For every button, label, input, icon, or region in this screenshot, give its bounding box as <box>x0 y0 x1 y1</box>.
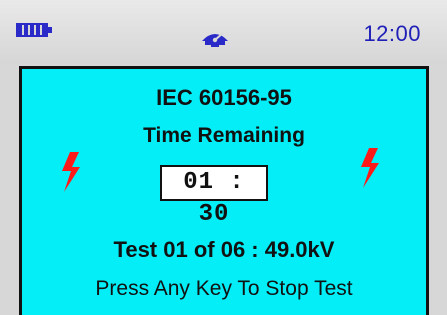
time-remaining-label: Time Remaining <box>143 124 305 147</box>
stop-instruction: Press Any Key To Stop Test <box>95 277 353 300</box>
test-progress-text: Test 01 of 06 : 49.0kV <box>113 237 335 262</box>
device-screen: 12:00 IEC 60156-95 Time Remaining 01 : 3… <box>0 0 447 315</box>
lightning-icon <box>361 148 379 188</box>
countdown-timer: 01 : 30 <box>160 165 268 228</box>
status-bar: 12:00 <box>0 0 447 64</box>
clock-time: 12:00 <box>363 21 421 46</box>
battery-full-icon <box>16 23 52 37</box>
lightning-icon <box>62 152 80 192</box>
meter-icon <box>202 32 228 47</box>
standard-title: IEC 60156-95 <box>156 85 292 110</box>
test-display-panel: IEC 60156-95 Time Remaining 01 : 30 Test… <box>19 66 429 315</box>
